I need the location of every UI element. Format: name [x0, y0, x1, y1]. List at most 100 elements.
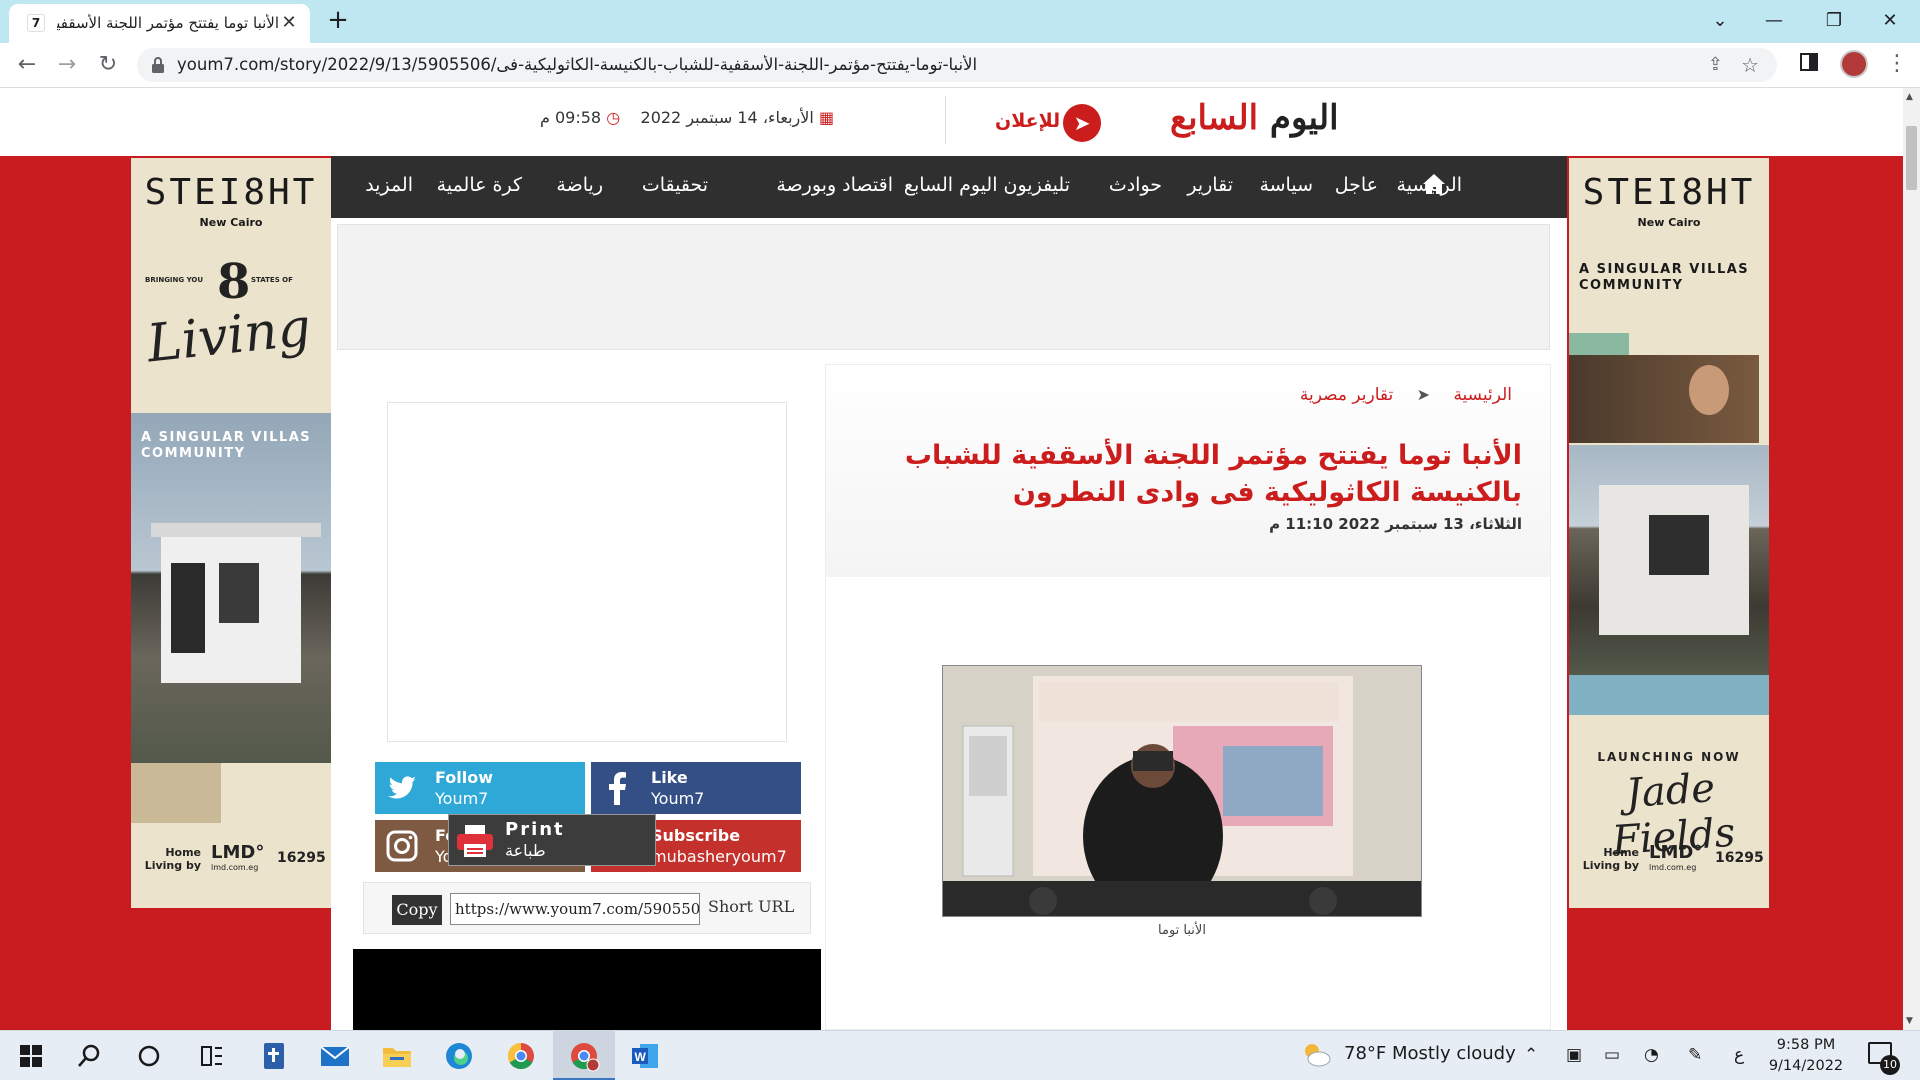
site-logo[interactable]: اليوم السابع: [1170, 98, 1340, 138]
site-favicon-icon: 7: [27, 14, 45, 32]
tray-pen-icon[interactable]: ✎: [1688, 1045, 1702, 1065]
mail-icon[interactable]: [318, 1039, 352, 1073]
side-panel-icon[interactable]: [1800, 53, 1818, 71]
banner-footer-home: Home Living by: [144, 846, 201, 872]
nav-item-urgent[interactable]: عاجل: [1335, 174, 1378, 196]
forward-arrow-icon[interactable]: →: [52, 50, 82, 80]
short-url-input[interactable]: https://www.youm7.com/5905506: [450, 893, 700, 925]
tray-wifi-icon[interactable]: ◔: [1644, 1045, 1659, 1065]
bookmark-star-icon[interactable]: ☆: [1741, 53, 1759, 77]
article-headline: الأنبا توما يفتتح مؤتمر اللجنة الأسقفية …: [904, 440, 1522, 508]
banner-footer-hotline: 16295: [1715, 850, 1764, 866]
bible-app-icon[interactable]: [256, 1039, 290, 1073]
nav-item-economy[interactable]: اقتصاد وبورصة: [776, 174, 893, 196]
weather-text[interactable]: 78°F Mostly cloudy: [1344, 1043, 1516, 1064]
article-photo[interactable]: [942, 665, 1422, 917]
banner-portrait-image: [1569, 355, 1759, 443]
search-icon[interactable]: [72, 1039, 106, 1073]
facebook-icon: [609, 772, 626, 805]
tray-network-device-icon[interactable]: ▣: [1566, 1045, 1582, 1065]
nav-item-incidents[interactable]: حوادث: [1109, 174, 1162, 196]
twitter-icon: [388, 776, 416, 799]
short-url-box: Copy https://www.youm7.com/5905506 Short…: [363, 882, 811, 934]
chrome-profile-icon: [571, 1043, 600, 1072]
file-explorer-icon[interactable]: [380, 1039, 414, 1073]
youtube-line1: Subscribe: [651, 826, 741, 845]
banner-location: New Cairo: [1637, 216, 1701, 229]
facebook-like-button[interactable]: Like Youm7: [591, 762, 801, 814]
banner-villas-text: A SINGULAR VILLAS COMMUNITY: [141, 430, 312, 461]
photo-caption: الأنبا توما: [1158, 923, 1206, 938]
scroll-up-arrow-icon[interactable]: ▲: [1906, 92, 1913, 102]
clock-icon: ◷: [606, 108, 621, 127]
taskbar-clock[interactable]: 9:58 PM 9/14/2022: [1766, 1035, 1846, 1077]
banner-footer-home: Home Living by: [1582, 846, 1639, 872]
windows-taskbar: W 78°F Mostly cloudy ⌃ ▣ ▭ ◔ ✎ ع 9:58 PM…: [0, 1030, 1920, 1080]
url-text: youm7.com/story/2022/9/13/الأنبا-توما-يف…: [177, 55, 978, 74]
chrome-icon[interactable]: [504, 1039, 538, 1073]
window-minimize-button[interactable]: —: [1752, 4, 1796, 38]
facebook-line2: Youm7: [651, 789, 705, 808]
tab-search-chevron-icon[interactable]: ⌄: [1698, 4, 1742, 38]
banner-map-patch: [131, 763, 221, 823]
new-tab-button[interactable]: +: [325, 7, 351, 34]
breadcrumb-arrow-icon: ➤: [1416, 385, 1431, 404]
profile-avatar[interactable]: [1840, 50, 1868, 78]
nav-item-more[interactable]: المزيد: [365, 174, 413, 196]
task-view-icon[interactable]: [194, 1039, 228, 1073]
page-viewport: ▦ الأربعاء، 14 سبتمبر 2022 ◷ 09:58 م للإ…: [0, 88, 1903, 1030]
back-arrow-icon[interactable]: ←: [12, 50, 42, 80]
notification-count-badge: 10: [1880, 1055, 1900, 1075]
instagram-icon: [386, 830, 418, 862]
short-url-label: Short URL: [708, 897, 795, 916]
word-icon[interactable]: W: [628, 1039, 662, 1073]
banner-footer: Home Living by LMD° lmd.com.eg 16295: [131, 840, 331, 880]
banner-tagline-number: 8: [217, 254, 251, 310]
scrollbar-thumb[interactable]: [1906, 126, 1917, 190]
nav-item-home[interactable]: الرئيسية: [1397, 174, 1462, 196]
banner-villa-image: [131, 413, 331, 763]
scroll-down-arrow-icon[interactable]: ▼: [1906, 1016, 1913, 1026]
cortana-icon[interactable]: [132, 1039, 166, 1073]
nav-item-tv[interactable]: تليفزيون اليوم السابع: [904, 174, 1070, 196]
copy-button[interactable]: Copy: [392, 895, 442, 925]
twitter-follow-button[interactable]: Follow Youm7: [375, 762, 585, 814]
banner-footer-lmd: LMD° lmd.com.eg: [211, 842, 265, 872]
banner-tagline-b: STATES OF: [251, 276, 293, 284]
advertise-label: للإعلان: [995, 110, 1061, 132]
banner-footer: Home Living by LMD° lmd.com.eg 16295: [1569, 840, 1769, 880]
window-close-button[interactable]: ✕: [1868, 4, 1912, 38]
tray-battery-icon[interactable]: ▭: [1604, 1045, 1620, 1065]
windows-start-icon[interactable]: [14, 1039, 48, 1073]
video-player-placeholder[interactable]: [353, 949, 821, 1030]
tab-title: الأنبا توما يفتتح مؤتمر اللجنة الأسقفية …: [57, 14, 279, 32]
article: الرئيسية ➤ تقارير مصرية الأنبا توما يفتت…: [825, 364, 1551, 1030]
breadcrumb-home[interactable]: الرئيسية: [1453, 385, 1512, 405]
input-language-indicator[interactable]: ع: [1734, 1045, 1744, 1065]
nav-item-investigations[interactable]: تحقيقات: [642, 174, 708, 196]
share-icon[interactable]: ⇪: [1708, 54, 1723, 75]
browser-menu-icon[interactable]: ⋮: [1886, 51, 1908, 76]
page-scrollbar[interactable]: ▲ ▼: [1903, 88, 1920, 1030]
taskbar-chrome-profile-active[interactable]: [553, 1031, 615, 1080]
header-date-time: ▦ الأربعاء، 14 سبتمبر 2022 ◷ 09:58 م: [540, 108, 834, 127]
browser-tab-active[interactable]: 7 الأنبا توما يفتتح مؤتمر اللجنة الأسقفي…: [9, 4, 310, 43]
breadcrumb-section[interactable]: تقارير مصرية: [1300, 385, 1393, 405]
reload-icon[interactable]: ↻: [93, 50, 123, 80]
tab-close-icon[interactable]: ✕: [279, 13, 299, 33]
edge-browser-icon[interactable]: [442, 1039, 476, 1073]
tray-chevron-up-icon[interactable]: ⌃: [1524, 1045, 1538, 1065]
left-side-banner-ad[interactable]: STEI8HT New Cairo BRINGING YOU 8 STATES …: [131, 158, 331, 908]
nav-item-world-football[interactable]: كرة عالمية: [437, 174, 522, 196]
facebook-line1: Like: [651, 768, 688, 787]
nav-item-reports[interactable]: تقارير: [1187, 174, 1233, 196]
print-button[interactable]: Print طباعة: [448, 814, 656, 866]
nav-item-sports[interactable]: رياضة: [556, 174, 603, 196]
right-side-banner-ad[interactable]: STEI8HT New Cairo A SINGULAR VILLAS COMM…: [1569, 158, 1769, 908]
nav-item-politics[interactable]: سياسة: [1259, 174, 1313, 196]
youtube-line2: mubasheryoum7: [651, 847, 787, 866]
window-restore-button[interactable]: ❐: [1812, 4, 1856, 38]
address-bar[interactable]: youm7.com/story/2022/9/13/الأنبا-توما-يف…: [137, 48, 1777, 82]
article-photo-image: [943, 666, 1421, 916]
banner-script-living: Living: [144, 297, 314, 375]
